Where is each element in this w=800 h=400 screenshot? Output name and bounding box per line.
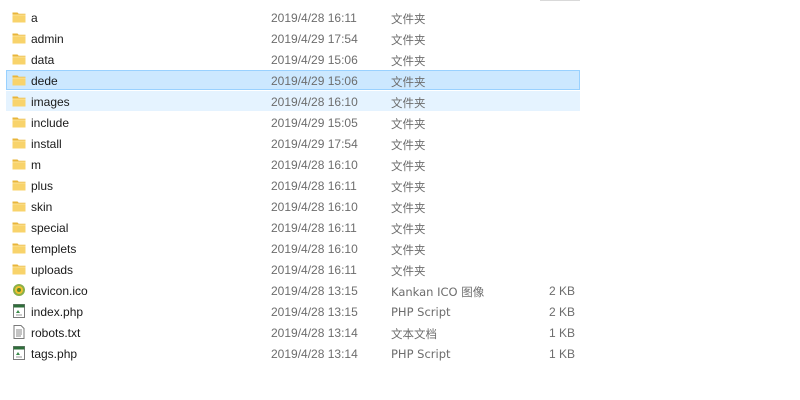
file-type: 文件夹 <box>391 75 426 89</box>
column-divider <box>540 0 580 1</box>
file-type: PHP Script <box>391 347 451 361</box>
file-date: 2019/4/28 13:14 <box>271 347 358 361</box>
file-name: index.php <box>31 305 84 319</box>
file-row[interactable]: m 2019/4/28 16:10 文件夹 <box>6 154 580 174</box>
folder-icon <box>12 115 26 129</box>
file-name: plus <box>31 179 54 193</box>
file-type: 文件夹 <box>391 180 426 194</box>
file-name: include <box>31 116 70 130</box>
file-date: 2019/4/29 15:06 <box>271 74 358 88</box>
file-name: skin <box>31 200 53 214</box>
php-file-icon <box>12 304 26 318</box>
file-date: 2019/4/29 15:06 <box>271 53 358 67</box>
file-name: uploads <box>31 263 74 277</box>
file-date: 2019/4/28 13:14 <box>271 326 358 340</box>
file-date: 2019/4/29 17:54 <box>271 32 358 46</box>
file-date: 2019/4/28 16:11 <box>271 179 357 193</box>
folder-icon <box>12 52 26 66</box>
folder-icon <box>12 136 26 150</box>
php-file-icon <box>12 346 26 360</box>
file-row[interactable]: skin 2019/4/28 16:10 文件夹 <box>6 196 580 216</box>
file-type: 文件夹 <box>391 138 426 152</box>
file-date: 2019/4/28 16:10 <box>271 158 358 172</box>
file-name: templets <box>31 242 77 256</box>
folder-icon <box>12 94 26 108</box>
file-row[interactable]: tags.php 2019/4/28 13:14 PHP Script 1 KB <box>6 343 580 363</box>
file-row[interactable]: data 2019/4/29 15:06 文件夹 <box>6 49 580 69</box>
file-type: PHP Script <box>391 305 451 319</box>
folder-icon <box>12 178 26 192</box>
folder-icon <box>12 31 26 45</box>
file-size: 2 KB <box>548 305 575 319</box>
file-date: 2019/4/28 13:15 <box>271 284 358 298</box>
file-type: 文本文档 <box>391 327 437 341</box>
file-type: 文件夹 <box>391 12 426 26</box>
text-file-icon <box>12 325 26 339</box>
file-date: 2019/4/28 16:11 <box>271 11 357 25</box>
folder-icon <box>12 73 26 87</box>
file-row[interactable]: install 2019/4/29 17:54 文件夹 <box>6 133 580 153</box>
file-type: 文件夹 <box>391 201 426 215</box>
file-row[interactable]: favicon.ico 2019/4/28 13:15 Kankan ICO 图像 2… <box>6 280 580 300</box>
file-size: 1 KB <box>548 347 575 361</box>
file-type: 文件夹 <box>391 54 426 68</box>
file-date: 2019/4/29 17:54 <box>271 137 358 151</box>
file-name: images <box>31 95 70 109</box>
file-size: 2 KB <box>548 284 575 298</box>
file-row[interactable]: a 2019/4/28 16:11 文件夹 <box>6 7 580 27</box>
file-date: 2019/4/28 13:15 <box>271 305 358 319</box>
file-date: 2019/4/28 16:11 <box>271 221 357 235</box>
file-type: Kankan ICO 图像 <box>391 285 485 299</box>
file-name: a <box>31 11 38 25</box>
file-name: admin <box>31 32 64 46</box>
file-type: 文件夹 <box>391 222 426 236</box>
file-type: 文件夹 <box>391 243 426 257</box>
file-type: 文件夹 <box>391 33 426 47</box>
file-type: 文件夹 <box>391 117 426 131</box>
file-date: 2019/4/28 16:10 <box>271 242 358 256</box>
file-name: special <box>31 221 69 235</box>
file-row[interactable]: special 2019/4/28 16:11 文件夹 <box>6 217 580 237</box>
file-row[interactable]: templets 2019/4/28 16:10 文件夹 <box>6 238 580 258</box>
file-row[interactable]: include 2019/4/29 15:05 文件夹 <box>6 112 580 132</box>
file-date: 2019/4/28 16:10 <box>271 200 358 214</box>
file-type: 文件夹 <box>391 264 426 278</box>
file-name: dede <box>31 74 58 88</box>
file-row[interactable]: images 2019/4/28 16:10 文件夹 <box>6 91 580 111</box>
file-date: 2019/4/29 15:05 <box>271 116 358 130</box>
file-name: robots.txt <box>31 326 81 340</box>
file-row[interactable]: uploads 2019/4/28 16:11 文件夹 <box>6 259 580 279</box>
file-row[interactable]: robots.txt 2019/4/28 13:14 文本文档 1 KB <box>6 322 580 342</box>
file-name: install <box>31 137 62 151</box>
file-row[interactable]: plus 2019/4/28 16:11 文件夹 <box>6 175 580 195</box>
file-type: 文件夹 <box>391 96 426 110</box>
folder-icon <box>12 157 26 171</box>
folder-icon <box>12 10 26 24</box>
folder-icon <box>12 262 26 276</box>
image-file-icon <box>12 283 26 297</box>
file-row[interactable]: dede 2019/4/29 15:06 文件夹 <box>6 70 580 90</box>
file-name: tags.php <box>31 347 78 361</box>
file-name: m <box>31 158 41 172</box>
folder-icon <box>12 220 26 234</box>
file-row[interactable]: index.php 2019/4/28 13:15 PHP Script 2 KB <box>6 301 580 321</box>
folder-icon <box>12 199 26 213</box>
file-row[interactable]: admin 2019/4/29 17:54 文件夹 <box>6 28 580 48</box>
file-list: a 2019/4/28 16:11 文件夹 admin 2019/4/29 17:54 文… <box>6 7 580 364</box>
folder-icon <box>12 241 26 255</box>
file-size: 1 KB <box>548 326 575 340</box>
file-name: favicon.ico <box>31 284 88 298</box>
file-type: 文件夹 <box>391 159 426 173</box>
file-date: 2019/4/28 16:10 <box>271 95 358 109</box>
file-date: 2019/4/28 16:11 <box>271 263 357 277</box>
file-name: data <box>31 53 55 67</box>
